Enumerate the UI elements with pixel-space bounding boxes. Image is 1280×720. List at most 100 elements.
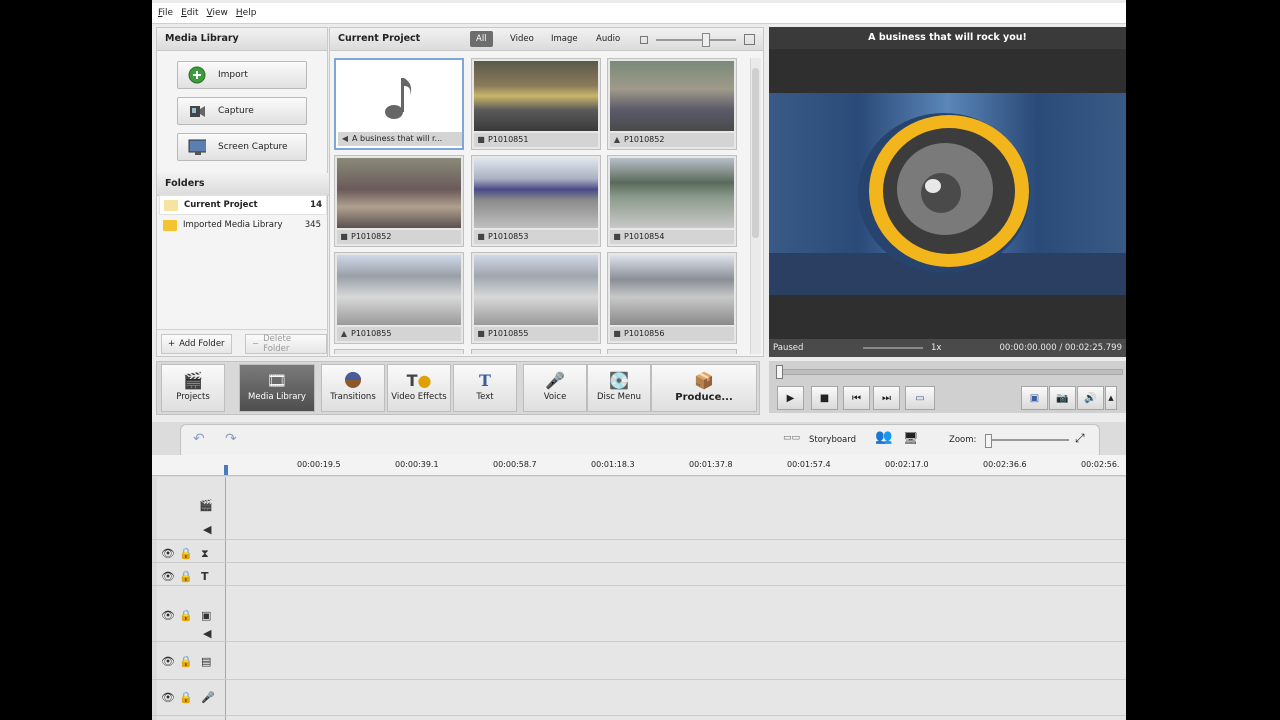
voice-track-icon: 🎤 [201,691,215,704]
folder-icon [163,219,177,231]
menu-edit[interactable]: Edit [181,8,198,18]
menu-file[interactable]: File [158,8,173,18]
speed-slider[interactable] [863,347,923,349]
redo-icon[interactable]: ↷ [225,431,237,447]
folder-icon [164,199,178,211]
disc-menu-label: Disc Menu [596,392,642,402]
playhead-marker[interactable] [224,465,228,475]
media-item[interactable] [471,349,601,354]
screen-capture-button[interactable]: Screen Capture [177,133,307,161]
media-item[interactable]: ■ P1010851 [471,58,601,150]
lock-icon[interactable]: 🔒 [179,609,193,622]
media-item[interactable]: ■ P1010855 [471,252,601,344]
filter-all[interactable]: All [470,31,493,47]
audio-link-icon: ◀ [203,523,212,536]
media-item[interactable] [334,349,464,354]
storyboard-button[interactable]: Storyboard [809,435,856,445]
visibility-icon[interactable]: 👁 [161,570,175,583]
previous-frame-button[interactable]: ⏮ [843,386,870,410]
video-icon: ■ [613,232,621,241]
media-item[interactable]: ■ P1010854 [607,155,737,247]
video-icon: ■ [477,135,485,144]
video-effects-label: Video Effects [391,392,447,402]
skip-forward-icon: ⏭ [882,392,891,404]
music-note-icon [338,62,462,132]
media-item[interactable]: ▲ P1010852 [607,58,737,150]
menu-view[interactable]: View [207,8,228,18]
media-grid: ◀ A business that will r... ■ P1010851 ▲ P1… [334,58,744,354]
lock-icon[interactable]: 🔒 [179,570,193,583]
track-area[interactable] [226,477,1126,720]
fullscreen-button[interactable]: ▭ [905,386,935,410]
voice-button[interactable]: 🎤 Voice [523,364,587,412]
monitor-button[interactable]: ▣ [1021,386,1048,410]
overlay-track-icon: ▣ [201,609,212,622]
thumbnail-size-slider[interactable] [656,33,736,47]
media-item[interactable] [607,349,737,354]
seek-bar[interactable] [776,365,1123,379]
media-item[interactable]: ■ P1010852 [334,155,464,247]
visibility-icon[interactable]: 👁 [161,609,175,622]
text-button[interactable]: T Text [453,364,517,412]
import-button[interactable]: Import [177,61,307,89]
large-thumbs-icon[interactable] [744,34,755,45]
track-divider [152,539,1126,540]
capture-label: Capture [218,106,254,116]
projects-label: Projects [176,392,210,402]
add-folder-button[interactable]: + Add Folder [161,334,232,354]
undo-icon[interactable]: ↶ [193,431,205,447]
small-thumbs-icon[interactable] [640,36,648,44]
next-frame-button[interactable]: ⏭ [873,386,900,410]
image-thumbnail [337,255,461,325]
visibility-icon[interactable]: 👁 [161,655,175,668]
scrollbar-thumb[interactable] [752,68,759,238]
transitions-button[interactable]: Transitions [321,364,385,412]
lock-icon[interactable]: 🔒 [179,655,193,668]
filter-video[interactable]: Video [504,31,540,47]
media-caption: ■ P1010855 [474,327,598,341]
ruler-label: 00:00:39.1 [395,460,439,469]
camcorder-icon [188,102,206,120]
filter-image[interactable]: Image [545,31,584,47]
visibility-icon[interactable]: 👁 [161,547,175,560]
media-item[interactable]: ■ P1010856 [607,252,737,344]
zoom-fit-icon[interactable]: ⤢ [1075,431,1085,446]
media-item[interactable]: ◀ A business that will r... [334,58,464,150]
slider-thumb[interactable] [702,33,710,47]
play-button[interactable]: ▶ [777,386,804,410]
zoom-thumb[interactable] [985,434,992,448]
filter-audio[interactable]: Audio [590,31,626,47]
media-item[interactable]: ■ P1010853 [471,155,601,247]
seek-thumb[interactable] [776,365,783,379]
media-name: P1010852 [624,135,665,144]
video-icon: ■ [477,232,485,241]
snapshot-button[interactable]: 📷 [1049,386,1076,410]
timeline-ruler[interactable]: 00:00:19.5 00:00:39.1 00:00:58.7 00:01:1… [152,455,1126,476]
disc-menu-button[interactable]: 💽 Disc Menu [587,364,651,412]
display-mode-icon[interactable]: 🖥 [903,431,918,445]
ruler-label: 00:02:17.0 [885,460,929,469]
people-icon[interactable]: 👥 [875,429,892,445]
volume-button[interactable]: 🔊 [1077,386,1104,410]
media-scrollbar[interactable] [750,58,761,354]
produce-button[interactable]: 📦 Produce... [651,364,757,412]
folder-current-project[interactable]: Current Project 14 [159,195,327,215]
lock-icon[interactable]: 🔒 [179,547,193,560]
delete-folder-button[interactable]: − Delete Folder [245,334,327,354]
storyboard-icon[interactable]: ▭▭ [783,433,800,443]
zoom-slider[interactable] [985,434,1069,448]
media-caption: ■ P1010851 [474,133,598,147]
media-library-button[interactable]: 🎞 Media Library [239,364,315,412]
stop-button[interactable]: ■ [811,386,838,410]
menu-help[interactable]: Help [236,8,257,18]
projects-button[interactable]: 🎬 Projects [161,364,225,412]
video-effects-button[interactable]: T ● Video Effects [387,364,451,412]
playback-status: Paused [773,343,804,353]
lock-icon[interactable]: 🔒 [179,691,193,704]
folder-imported-media-library[interactable]: Imported Media Library 345 [159,216,325,234]
capture-button[interactable]: Capture [177,97,307,125]
monitor-icon [188,138,206,156]
volume-dropdown[interactable]: ▲ [1105,386,1117,410]
visibility-icon[interactable]: 👁 [161,691,175,704]
media-item[interactable]: ▲ P1010855 [334,252,464,344]
